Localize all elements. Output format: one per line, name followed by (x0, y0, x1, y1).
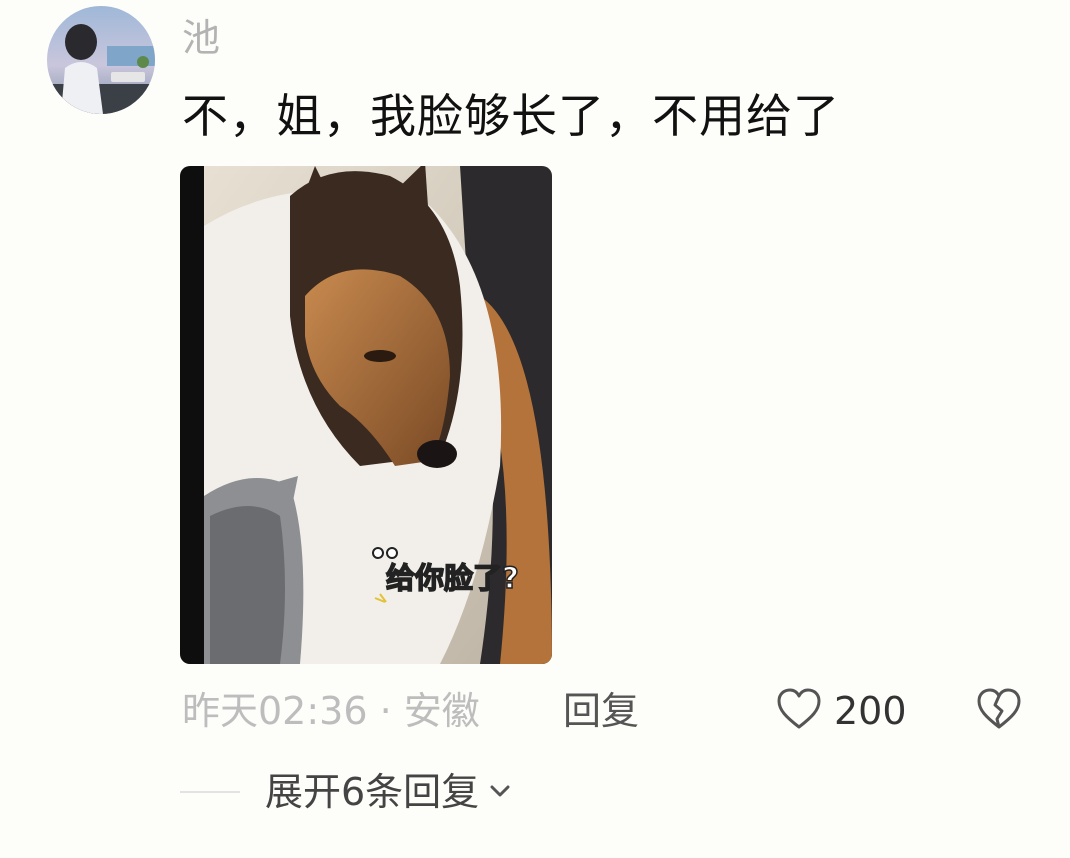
reply-button[interactable]: 回复 (563, 683, 639, 739)
heart-outline-icon (776, 687, 822, 735)
avatar[interactable] (47, 6, 155, 114)
media-caption: 给你脸了? (385, 560, 519, 596)
divider-line (180, 791, 240, 793)
expand-replies-row: 展开6条回复 (180, 764, 511, 820)
expand-replies-button[interactable]: 展开6条回复 (265, 764, 511, 820)
expand-replies-label: 展开6条回复 (265, 770, 480, 814)
username[interactable]: 池 (182, 14, 220, 62)
broken-heart-icon[interactable] (976, 687, 1022, 735)
chevron-down-icon (489, 783, 511, 802)
time-location: 昨天02:36 · 安徽 (182, 689, 480, 733)
comment-text: 不，姐，我脸够长了，不用给了 (182, 89, 840, 143)
comment-item: 池 不，姐，我脸够长了，不用给了 给你脸了? 昨天02:36 · 安徽 回复 2… (0, 0, 1070, 858)
like-button[interactable]: 200 (776, 683, 907, 739)
comment-meta: 昨天02:36 · 安徽 回复 200 (182, 683, 1042, 739)
like-count: 200 (834, 689, 907, 733)
